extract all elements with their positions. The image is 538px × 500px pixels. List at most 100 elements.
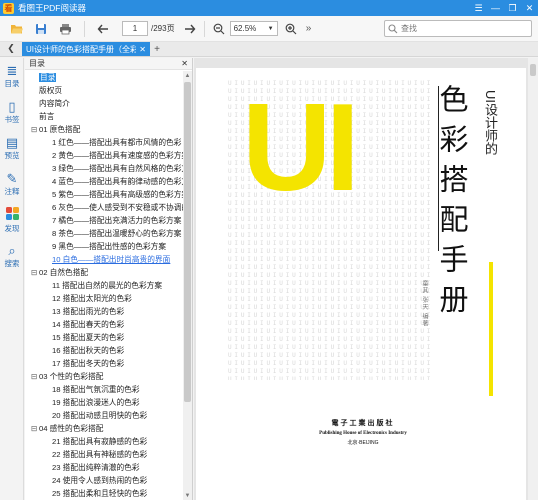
outline-icon: ≣: [6, 62, 18, 78]
outline-item[interactable]: 14 搭配出春天的色彩: [25, 318, 183, 331]
sidebar-item-outline[interactable]: ≣ 目录: [0, 58, 24, 94]
viewer-scrollbar-thumb[interactable]: [530, 64, 536, 76]
sidebar-item-bookmarks[interactable]: ▯ 书签: [0, 94, 24, 130]
print-icon[interactable]: [56, 20, 74, 38]
app-logo-icon: 看: [3, 2, 14, 14]
outline-close-icon[interactable]: ✕: [181, 59, 188, 68]
outline-item[interactable]: 8 茶色——搭配出温暖舒心的色彩方案: [25, 227, 183, 240]
page-number-input[interactable]: [122, 21, 148, 36]
tab-close-icon[interactable]: ✕: [139, 45, 146, 54]
window-controls: ☰ — ❐ ✕: [470, 0, 538, 16]
zoom-value: 62.5%: [233, 24, 257, 33]
outline-item-label: 目录: [39, 73, 57, 82]
outline-scrollbar[interactable]: ▲ ▼: [183, 71, 192, 500]
collapse-panel-icon[interactable]: ❮: [0, 41, 22, 56]
outline-item[interactable]: 4 蓝色——搭配出具有韵律动感的色彩方案: [25, 175, 183, 188]
outline-item-label: 23 搭配出纯粹清澈的色彩: [52, 463, 140, 472]
outline-item[interactable]: 目录: [25, 71, 183, 84]
restore-icon[interactable]: ❐: [504, 0, 521, 16]
collapse-toggle-icon[interactable]: ⊟: [31, 422, 39, 435]
outline-header: 目录 ✕: [25, 58, 192, 70]
sidebar-item-label: 书签: [4, 114, 20, 124]
sidebar-item-label: 目录: [4, 78, 20, 88]
more-tools-icon[interactable]: »: [300, 20, 318, 38]
outline-item[interactable]: 19 搭配出浪漫迷人的色彩: [25, 396, 183, 409]
outline-item-label: 4 蓝色——搭配出具有韵律动感的色彩方案: [52, 177, 183, 186]
publisher-name-en: Publishing House of Electronics Industry: [319, 431, 407, 436]
outline-item-label: 5 紫色——搭配出具有高级感的色彩方案: [52, 190, 183, 199]
scrollbar-thumb[interactable]: [184, 82, 191, 402]
outline-chapter[interactable]: ⊟ 04 感性的色彩搭配: [25, 422, 183, 435]
menu-icon[interactable]: ☰: [470, 0, 487, 16]
prev-page-icon[interactable]: [94, 20, 112, 38]
outline-item[interactable]: 24 使用令人感到热闹的色彩: [25, 474, 183, 487]
outline-item[interactable]: 版权页: [25, 84, 183, 97]
scroll-down-icon[interactable]: ▼: [183, 491, 192, 500]
outline-item[interactable]: 20 搭配出动感且明快的色彩: [25, 409, 183, 422]
sidebar-item-search[interactable]: ⌕ 搜索: [0, 238, 24, 274]
zoom-in-icon[interactable]: [282, 20, 300, 38]
outline-item[interactable]: 17 搭配出冬天的色彩: [25, 357, 183, 370]
outline-item[interactable]: 7 橘色——搭配出充满活力的色彩方案: [25, 214, 183, 227]
sidebar-item-preview[interactable]: ▤ 预览: [0, 130, 24, 166]
search-input[interactable]: [401, 24, 521, 33]
outline-item[interactable]: 11 搭配出自然的晨光的色彩方案: [25, 279, 183, 292]
outline-item[interactable]: 21 搭配出具有寂静感的色彩: [25, 435, 183, 448]
outline-item-label: 15 搭配出夏天的色彩: [52, 333, 125, 342]
outline-item[interactable]: 10 白色——搭配出时尚高贵的界面: [25, 253, 183, 266]
outline-item-label: 22 搭配出具有神秘感的色彩: [52, 450, 148, 459]
collapse-toggle-icon[interactable]: ⊟: [31, 266, 39, 279]
outline-item[interactable]: 9 黑色——搭配出性感的色彩方案: [25, 240, 183, 253]
outline-chapter[interactable]: ⊟ 03 个性的色彩搭配: [25, 370, 183, 383]
outline-item[interactable]: 3 绿色——搭配出具有自然风格的色彩方案: [25, 162, 183, 175]
outline-item-label: 02 自然色搭配: [39, 268, 89, 277]
minimize-icon[interactable]: —: [487, 0, 504, 16]
outline-panel: 目录 ✕ 目录 版权页 内容简介 前言 ⊟ 01 原色搭配 1 红色——搭配出具有都市风情的…: [25, 58, 193, 500]
scroll-up-icon[interactable]: ▲: [183, 71, 192, 80]
collapse-toggle-icon[interactable]: ⊟: [31, 123, 39, 136]
next-page-icon[interactable]: [181, 20, 199, 38]
collapse-toggle-icon[interactable]: ⊟: [31, 370, 39, 383]
outline-item[interactable]: 22 搭配出具有神秘感的色彩: [25, 448, 183, 461]
outline-item[interactable]: 18 搭配出气氛沉重的色彩: [25, 383, 183, 396]
publisher-block: 電子工業出版社 Publishing House of Electronics …: [298, 418, 428, 446]
tab-bar: ❮ UI设计师的色彩搭配手册（全彩 ✕ +: [0, 42, 538, 57]
outline-item[interactable]: 1 红色——搭配出具有都市风情的色彩: [25, 136, 183, 149]
annotation-icon: ✎: [6, 170, 18, 186]
close-icon[interactable]: ✕: [521, 0, 538, 16]
document-tab[interactable]: UI设计师的色彩搭配手册（全彩 ✕: [22, 42, 150, 56]
outline-item-label: 14 搭配出春天的色彩: [52, 320, 125, 329]
outline-item[interactable]: 6 灰色——使人感受到不安稳或不协调的色彩: [25, 201, 183, 214]
outline-item[interactable]: 13 搭配出雨光的色彩: [25, 305, 183, 318]
new-tab-button[interactable]: +: [150, 42, 164, 56]
outline-item[interactable]: 15 搭配出夏天的色彩: [25, 331, 183, 344]
save-icon[interactable]: [32, 20, 50, 38]
outline-chapter[interactable]: ⊟ 02 自然色搭配: [25, 266, 183, 279]
outline-item[interactable]: 内容简介: [25, 97, 183, 110]
document-viewer[interactable]: UIUIUIUIUIUIUIUIUIUIUIUIUIUIUIUIUIUIUIUI…: [194, 58, 538, 500]
publisher-name-cn: 電子工業出版社: [331, 418, 395, 427]
outline-item[interactable]: 前言: [25, 110, 183, 123]
open-folder-icon[interactable]: [8, 20, 26, 38]
viewer-scrollbar[interactable]: [528, 58, 538, 500]
sidebar-item-discover[interactable]: 发现: [0, 202, 24, 238]
outline-item-label: 01 原色搭配: [39, 125, 81, 134]
chevron-down-icon: ▼: [267, 25, 274, 32]
outline-item[interactable]: 25 搭配出柔和且轻快的色彩: [25, 487, 183, 500]
outline-item[interactable]: 2 黄色——搭配出具有速度感的色彩方案: [25, 149, 183, 162]
outline-item-label: 2 黄色——搭配出具有速度感的色彩方案: [52, 151, 183, 160]
sidebar-item-label: 预览: [4, 150, 20, 160]
cover-big-letters: UI: [242, 79, 360, 217]
outline-item-label: 7 橘色——搭配出充满活力的色彩方案: [52, 216, 182, 225]
outline-item-label: 3 绿色——搭配出具有自然风格的色彩方案: [52, 164, 183, 173]
search-box[interactable]: [384, 20, 532, 37]
outline-chapter[interactable]: ⊟ 01 原色搭配: [25, 123, 183, 136]
outline-tree: 目录 版权页 内容简介 前言 ⊟ 01 原色搭配 1 红色——搭配出具有都市风情的色彩 2 黄…: [25, 71, 183, 500]
outline-item[interactable]: 12 搭配出太阳光的色彩: [25, 292, 183, 305]
outline-item[interactable]: 5 紫色——搭配出具有高级感的色彩方案: [25, 188, 183, 201]
zoom-select[interactable]: 62.5% ▼: [229, 21, 278, 36]
outline-item[interactable]: 16 搭配出秋天的色彩: [25, 344, 183, 357]
outline-item[interactable]: 23 搭配出纯粹清澈的色彩: [25, 461, 183, 474]
zoom-out-icon[interactable]: [210, 20, 228, 38]
sidebar-item-annotations[interactable]: ✎ 注释: [0, 166, 24, 202]
